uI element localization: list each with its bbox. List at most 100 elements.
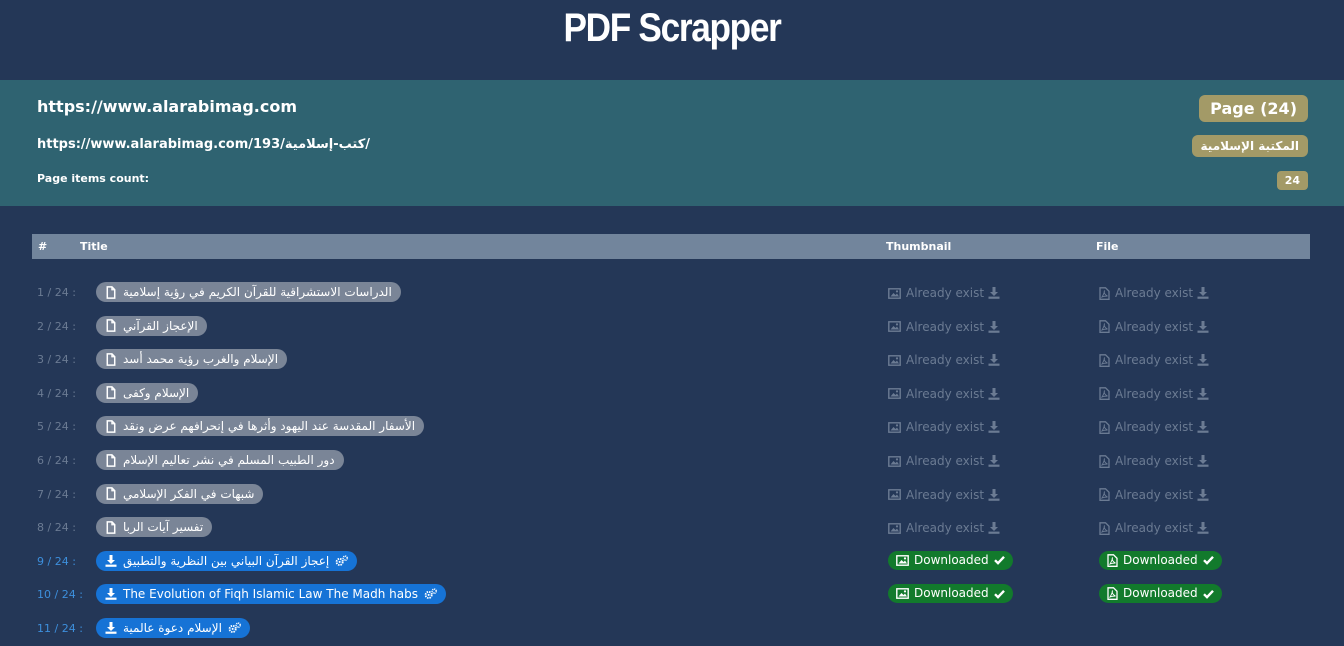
thumbnail-status: Already exist — [888, 286, 1000, 300]
cogs-icon — [424, 588, 437, 600]
download-icon[interactable] — [988, 421, 1000, 434]
table-row: 9 / 24 : إعجاز القرآن البياني بين النظري… — [32, 548, 1310, 578]
table-header: # Title Thumbnail File — [32, 234, 1310, 259]
file-status-text: Already exist — [1115, 420, 1194, 435]
row-title-link[interactable]: الإسلام دعوة عالمية — [96, 618, 250, 638]
file-downloaded-badge[interactable]: Downloaded — [1099, 584, 1222, 604]
image-icon — [888, 455, 901, 467]
file-downloaded-badge[interactable]: Downloaded — [1099, 550, 1222, 570]
thumbnail-status: Already exist — [888, 320, 1000, 334]
file-status-text: Already exist — [1115, 487, 1194, 502]
table-row: 11 / 24 : الإسلام دعوة عالمية — [32, 615, 1310, 645]
table-row: 6 / 24 : دور الطبيب المسلم في نشر تعاليم… — [32, 447, 1310, 477]
thumbnail-downloaded-badge[interactable]: Downloaded — [888, 584, 1013, 604]
row-index: 10 / 24 : — [37, 588, 83, 602]
download-icon[interactable] — [1197, 455, 1209, 467]
pdf-file-icon — [1099, 320, 1110, 334]
thumbnail-status-text: Already exist — [906, 420, 985, 435]
image-icon — [888, 388, 901, 400]
row-title-link[interactable]: الإسلام وكفى — [96, 382, 199, 403]
download-icon[interactable] — [1197, 522, 1209, 534]
download-icon[interactable] — [1197, 421, 1209, 434]
thumbnail-status-text: Already exist — [906, 286, 985, 300]
row-title-link[interactable]: إعجاز القرآن البياني بين النظرية والتطبي… — [96, 550, 358, 571]
download-icon[interactable] — [1197, 287, 1209, 299]
pdf-file-icon — [1099, 454, 1110, 468]
check-icon — [1202, 555, 1214, 566]
file-icon — [105, 352, 117, 366]
thumbnail-downloaded-badge[interactable]: Downloaded — [888, 550, 1013, 570]
row-index: 8 / 24 : — [37, 521, 76, 535]
image-icon — [896, 588, 909, 600]
row-title-text: الدراسات الاستشراقية للقرآن الكريم في رؤ… — [123, 285, 392, 299]
download-icon[interactable] — [1197, 320, 1209, 333]
table-row: 8 / 24 : تفسير آيات الربا Already exist … — [32, 514, 1310, 544]
row-title-text: The Evolution of Fiqh Islamic Law The Ma… — [123, 587, 418, 602]
download-icon[interactable] — [988, 387, 1000, 400]
pdf-file-icon — [1107, 587, 1118, 601]
file-status-text: Already exist — [1115, 353, 1194, 368]
file-status: Already exist — [1099, 488, 1209, 502]
row-title-link[interactable]: الدراسات الاستشراقية للقرآن الكريم في رؤ… — [96, 282, 401, 302]
row-title-text: الإسلام دعوة عالمية — [123, 621, 222, 635]
pdf-file-icon — [1099, 387, 1110, 401]
app-title: PDF Scrapper — [563, 6, 782, 50]
row-index: 9 / 24 : — [37, 554, 76, 568]
file-icon — [105, 319, 117, 332]
download-icon[interactable] — [988, 354, 1000, 366]
file-status-text: Downloaded — [1123, 586, 1198, 601]
row-title-link[interactable]: تفسير آيات الربا — [96, 517, 213, 538]
file-status-text: Already exist — [1115, 286, 1194, 300]
thumbnail-status-text: Downloaded — [914, 586, 989, 601]
info-panel: https://www.alarabimag.com https://www.a… — [0, 80, 1344, 206]
site-url: https://www.alarabimag.com — [37, 97, 297, 116]
header-title: Title — [80, 240, 108, 253]
table-row: 10 / 24 : The Evolution of Fiqh Islamic … — [32, 581, 1310, 611]
check-icon — [993, 589, 1005, 599]
row-title-text: الإسلام والغرب رؤية محمد أسد — [123, 352, 279, 367]
file-status: Already exist — [1099, 320, 1209, 334]
file-icon — [105, 453, 117, 467]
pdf-file-icon — [1099, 286, 1110, 300]
row-title-link[interactable]: الإسلام والغرب رؤية محمد أسد — [96, 349, 288, 370]
file-status: Already exist — [1099, 420, 1209, 434]
row-title-link[interactable]: The Evolution of Fiqh Islamic Law The Ma… — [96, 584, 446, 605]
download-icon[interactable] — [988, 488, 1000, 501]
row-title-link[interactable]: دور الطبيب المسلم في نشر تعاليم الإسلام — [96, 450, 344, 470]
download-icon[interactable] — [1197, 488, 1209, 501]
pdf-file-icon — [1099, 488, 1110, 502]
header-file: File — [1096, 240, 1119, 253]
download-icon[interactable] — [988, 287, 1000, 299]
file-status: Already exist — [1099, 286, 1209, 300]
image-icon — [888, 354, 901, 366]
row-index: 3 / 24 : — [37, 353, 76, 367]
row-index: 11 / 24 : — [37, 622, 83, 635]
file-icon — [105, 420, 117, 433]
file-icon — [105, 487, 117, 500]
header-num: # — [38, 240, 48, 253]
page-badge: Page (24) — [1199, 95, 1308, 122]
download-icon[interactable] — [988, 522, 1000, 534]
category-badge: المكتبة الإسلامية — [1191, 135, 1308, 157]
cogs-icon — [335, 555, 349, 567]
row-title-text: الإعجاز القرآني — [123, 318, 198, 333]
row-title-text: دور الطبيب المسلم في نشر تعاليم الإسلام — [123, 453, 335, 467]
download-icon[interactable] — [988, 320, 1000, 333]
row-index: 7 / 24 : — [37, 487, 76, 501]
table-row: 7 / 24 : شبهات في الفكر الإسلامي Already… — [32, 481, 1310, 511]
pdf-file-icon — [1107, 553, 1118, 567]
file-icon — [105, 386, 117, 400]
row-title-link[interactable]: الأسفار المقدسة عند اليهود وأثرها في إنح… — [96, 416, 425, 437]
image-icon — [888, 321, 901, 332]
row-title-link[interactable]: الإعجاز القرآني — [96, 315, 207, 336]
download-icon[interactable] — [1197, 354, 1209, 366]
row-title-link[interactable]: شبهات في الفكر الإسلامي — [96, 483, 264, 504]
table-row: 2 / 24 : الإعجاز القرآني Already exist A… — [32, 313, 1310, 343]
thumbnail-status-text: Already exist — [906, 454, 985, 468]
row-title-text: تفسير آيات الربا — [123, 520, 204, 535]
download-icon[interactable] — [1197, 387, 1209, 400]
file-status-text: Already exist — [1115, 454, 1194, 468]
category-url: https://www.alarabimag.com/193/كتب-إسلام… — [37, 137, 371, 152]
table-row: 5 / 24 : الأسفار المقدسة عند اليهود وأثر… — [32, 413, 1310, 443]
download-icon[interactable] — [988, 455, 1000, 467]
